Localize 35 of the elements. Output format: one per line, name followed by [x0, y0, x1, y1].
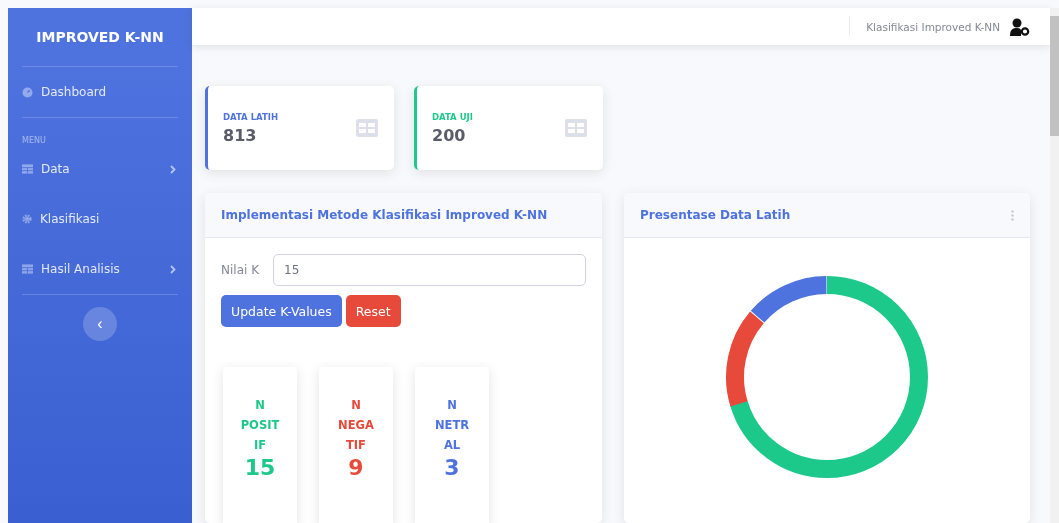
update-button[interactable]: Update K-Values [221, 295, 342, 327]
chevron-icon [170, 164, 176, 174]
count-label: N POSIT IF [239, 397, 281, 454]
table-icon [565, 119, 587, 137]
count-value: 9 [347, 455, 365, 480]
table-icon [356, 119, 378, 137]
stat-value: 813 [223, 125, 258, 145]
brand-title: IMPROVED K-NN [35, 28, 165, 47]
section-heading: MENU [21, 135, 47, 144]
sidebar-item[interactable]: Hasil Analisis [8, 244, 192, 294]
count-value: 15 [243, 455, 277, 480]
count-label: N NETR AL [433, 397, 471, 454]
panel-title: Presentase Data Latih [640, 208, 791, 222]
user-gear-icon[interactable] [1010, 17, 1030, 36]
sidebar-item[interactable]: Data [8, 144, 192, 194]
panel-title: Implementasi Metode Klasifikasi Improved K-NN [221, 208, 548, 222]
field-label: Nilai K [221, 263, 259, 277]
user-name: Klasifikasi Improved K-NN [866, 20, 1000, 33]
stat-label: DATA UJI [432, 111, 473, 122]
count-label: N NEGA TIF [337, 397, 375, 454]
reset-button[interactable]: Reset [345, 295, 401, 327]
stat-label: DATA LATIH [223, 111, 279, 122]
count-value: 3 [443, 455, 461, 480]
sidebar-item[interactable]: Dashboard [8, 67, 192, 117]
k-value-field[interactable]: 15 [273, 254, 586, 286]
table-icon [22, 164, 33, 174]
table-icon [22, 264, 33, 274]
stat-value: 200 [432, 125, 467, 145]
gear-icon [22, 214, 32, 224]
gauge-icon [22, 86, 33, 98]
sidebar-item[interactable]: Klasifikasi [8, 194, 192, 244]
sidebar-toggle-button[interactable]: ‹ [83, 307, 117, 341]
more-options-icon[interactable] [1011, 209, 1014, 221]
chevron-icon [170, 264, 176, 274]
scrollbar-thumb[interactable] [1050, 16, 1059, 136]
